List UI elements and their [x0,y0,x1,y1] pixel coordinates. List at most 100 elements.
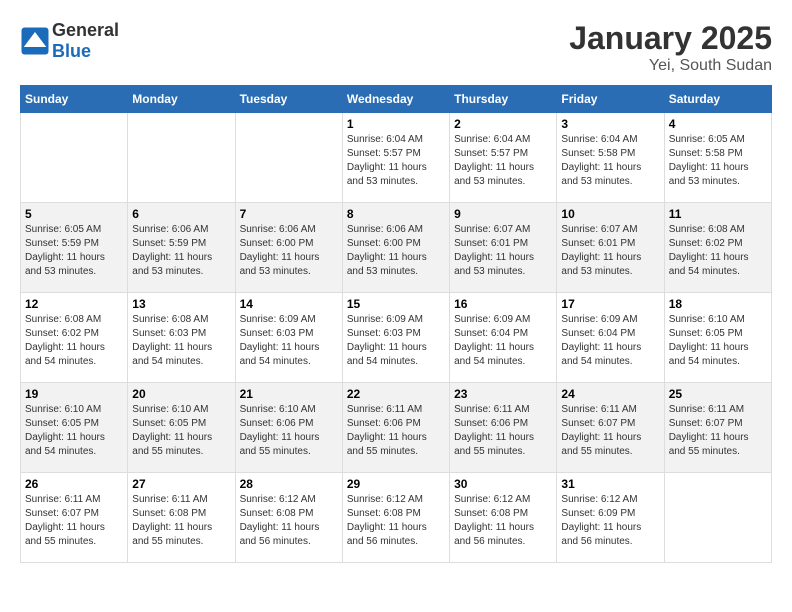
col-tuesday: Tuesday [235,86,342,113]
calendar-cell-2-1: 13 Sunrise: 6:08 AM Sunset: 6:03 PM Dayli… [128,293,235,383]
day-info-22: Sunrise: 6:11 AM Sunset: 6:06 PM Dayligh… [347,403,445,459]
calendar-cell-2-4: 16 Sunrise: 6:09 AM Sunset: 6:04 PM Dayli… [450,293,557,383]
col-sunday: Sunday [21,86,128,113]
day-info-4: Sunrise: 6:05 AM Sunset: 5:58 PM Dayligh… [669,133,767,189]
day-info-20: Sunrise: 6:10 AM Sunset: 6:05 PM Dayligh… [132,403,230,459]
col-wednesday: Wednesday [342,86,449,113]
day-info-17: Sunrise: 6:09 AM Sunset: 6:04 PM Dayligh… [561,313,659,369]
calendar-cell-1-2: 7Sunrise: 6:06 AM Sunset: 6:00 PM Daylig… [235,203,342,293]
day-number-22: 22 [347,387,445,401]
col-saturday: Saturday [664,86,771,113]
day-number-1: 1 [347,117,445,131]
calendar-cell-0-5: 3 Sunrise: 6:04 AM Sunset: 5:58 PM Daylig… [557,113,664,203]
day-number-26: 26 [25,477,123,491]
day-info-27: Sunrise: 6:11 AM Sunset: 6:08 PM Dayligh… [132,493,230,549]
calendar-cell-4-4: 30Sunrise: 6:12 AM Sunset: 6:08 PM Dayli… [450,473,557,563]
day-info-6: Sunrise: 6:06 AM Sunset: 5:59 PM Dayligh… [132,223,230,279]
col-friday: Friday [557,86,664,113]
week-row-5: 26 Sunrise: 6:11 AM Sunset: 6:07 PM Dayli… [21,473,772,563]
day-number-6: 6 [132,207,230,221]
day-info-14: Sunrise: 6:09 AM Sunset: 6:03 PM Dayligh… [240,313,338,369]
calendar-cell-3-0: 19 Sunrise: 6:10 AM Sunset: 6:05 PM Dayli… [21,383,128,473]
day-number-8: 8 [347,207,445,221]
day-number-15: 15 [347,297,445,311]
day-number-10: 10 [561,207,659,221]
calendar-cell-0-6: 4Sunrise: 6:05 AM Sunset: 5:58 PM Daylig… [664,113,771,203]
day-number-25: 25 [669,387,767,401]
calendar-cell-3-3: 22 Sunrise: 6:11 AM Sunset: 6:06 PM Dayli… [342,383,449,473]
day-number-9: 9 [454,207,552,221]
day-info-8: Sunrise: 6:06 AM Sunset: 6:00 PM Dayligh… [347,223,445,279]
day-number-30: 30 [454,477,552,491]
day-number-23: 23 [454,387,552,401]
calendar-cell-4-5: 31Sunrise: 6:12 AM Sunset: 6:09 PM Dayli… [557,473,664,563]
calendar-cell-0-3: 1 Sunrise: 6:04 AM Sunset: 5:57 PM Daylig… [342,113,449,203]
calendar-body: 1 Sunrise: 6:04 AM Sunset: 5:57 PM Daylig… [21,113,772,563]
calendar-cell-2-5: 17 Sunrise: 6:09 AM Sunset: 6:04 PM Dayli… [557,293,664,383]
col-monday: Monday [128,86,235,113]
day-number-13: 13 [132,297,230,311]
day-info-15: Sunrise: 6:09 AM Sunset: 6:03 PM Dayligh… [347,313,445,369]
day-number-2: 2 [454,117,552,131]
calendar-cell-3-4: 23 Sunrise: 6:11 AM Sunset: 6:06 PM Dayli… [450,383,557,473]
day-info-2: Sunrise: 6:04 AM Sunset: 5:57 PM Dayligh… [454,133,552,189]
title-block: January 2025 Yei, South Sudan [569,20,772,75]
day-number-19: 19 [25,387,123,401]
logo: General Blue [20,20,119,62]
day-info-18: Sunrise: 6:10 AM Sunset: 6:05 PM Dayligh… [669,313,767,369]
week-row-4: 19 Sunrise: 6:10 AM Sunset: 6:05 PM Dayli… [21,383,772,473]
day-number-24: 24 [561,387,659,401]
calendar-cell-3-5: 24 Sunrise: 6:11 AM Sunset: 6:07 PM Dayli… [557,383,664,473]
calendar-table: Sunday Monday Tuesday Wednesday Thursday… [20,85,772,563]
day-info-9: Sunrise: 6:07 AM Sunset: 6:01 PM Dayligh… [454,223,552,279]
day-info-19: Sunrise: 6:10 AM Sunset: 6:05 PM Dayligh… [25,403,123,459]
header-row: Sunday Monday Tuesday Wednesday Thursday… [21,86,772,113]
calendar-cell-4-6 [664,473,771,563]
day-number-31: 31 [561,477,659,491]
day-info-13: Sunrise: 6:08 AM Sunset: 6:03 PM Dayligh… [132,313,230,369]
day-info-3: Sunrise: 6:04 AM Sunset: 5:58 PM Dayligh… [561,133,659,189]
day-info-16: Sunrise: 6:09 AM Sunset: 6:04 PM Dayligh… [454,313,552,369]
day-info-7: Sunrise: 6:06 AM Sunset: 6:00 PM Dayligh… [240,223,338,279]
day-info-10: Sunrise: 6:07 AM Sunset: 6:01 PM Dayligh… [561,223,659,279]
week-row-2: 5Sunrise: 6:05 AM Sunset: 5:59 PM Daylig… [21,203,772,293]
calendar-cell-1-4: 9 Sunrise: 6:07 AM Sunset: 6:01 PM Daylig… [450,203,557,293]
week-row-1: 1 Sunrise: 6:04 AM Sunset: 5:57 PM Daylig… [21,113,772,203]
calendar-header: Sunday Monday Tuesday Wednesday Thursday… [21,86,772,113]
calendar-cell-1-1: 6 Sunrise: 6:06 AM Sunset: 5:59 PM Daylig… [128,203,235,293]
calendar-cell-1-0: 5Sunrise: 6:05 AM Sunset: 5:59 PM Daylig… [21,203,128,293]
day-info-11: Sunrise: 6:08 AM Sunset: 6:02 PM Dayligh… [669,223,767,279]
day-info-29: Sunrise: 6:12 AM Sunset: 6:08 PM Dayligh… [347,493,445,549]
day-info-1: Sunrise: 6:04 AM Sunset: 5:57 PM Dayligh… [347,133,445,189]
day-number-3: 3 [561,117,659,131]
calendar-cell-0-2 [235,113,342,203]
day-info-21: Sunrise: 6:10 AM Sunset: 6:06 PM Dayligh… [240,403,338,459]
calendar-cell-2-0: 12Sunrise: 6:08 AM Sunset: 6:02 PM Dayli… [21,293,128,383]
calendar-title: January 2025 [569,20,772,57]
day-number-21: 21 [240,387,338,401]
calendar-cell-1-3: 8 Sunrise: 6:06 AM Sunset: 6:00 PM Daylig… [342,203,449,293]
day-info-24: Sunrise: 6:11 AM Sunset: 6:07 PM Dayligh… [561,403,659,459]
day-info-28: Sunrise: 6:12 AM Sunset: 6:08 PM Dayligh… [240,493,338,549]
logo-general-text: General [52,20,119,40]
calendar-cell-4-3: 29 Sunrise: 6:12 AM Sunset: 6:08 PM Dayli… [342,473,449,563]
day-info-23: Sunrise: 6:11 AM Sunset: 6:06 PM Dayligh… [454,403,552,459]
day-info-26: Sunrise: 6:11 AM Sunset: 6:07 PM Dayligh… [25,493,123,549]
day-number-17: 17 [561,297,659,311]
day-number-16: 16 [454,297,552,311]
calendar-cell-0-0 [21,113,128,203]
calendar-cell-2-6: 18 Sunrise: 6:10 AM Sunset: 6:05 PM Dayli… [664,293,771,383]
day-number-11: 11 [669,207,767,221]
day-number-18: 18 [669,297,767,311]
day-number-14: 14 [240,297,338,311]
page-header: General Blue January 2025 Yei, South Sud… [20,20,772,75]
calendar-cell-2-3: 15 Sunrise: 6:09 AM Sunset: 6:03 PM Dayli… [342,293,449,383]
calendar-cell-4-2: 28Sunrise: 6:12 AM Sunset: 6:08 PM Dayli… [235,473,342,563]
calendar-cell-3-2: 21 Sunrise: 6:10 AM Sunset: 6:06 PM Dayli… [235,383,342,473]
calendar-cell-1-6: 11 Sunrise: 6:08 AM Sunset: 6:02 PM Dayli… [664,203,771,293]
calendar-cell-0-4: 2 Sunrise: 6:04 AM Sunset: 5:57 PM Daylig… [450,113,557,203]
day-number-20: 20 [132,387,230,401]
day-number-29: 29 [347,477,445,491]
day-number-5: 5 [25,207,123,221]
logo-blue-text: Blue [52,41,91,61]
